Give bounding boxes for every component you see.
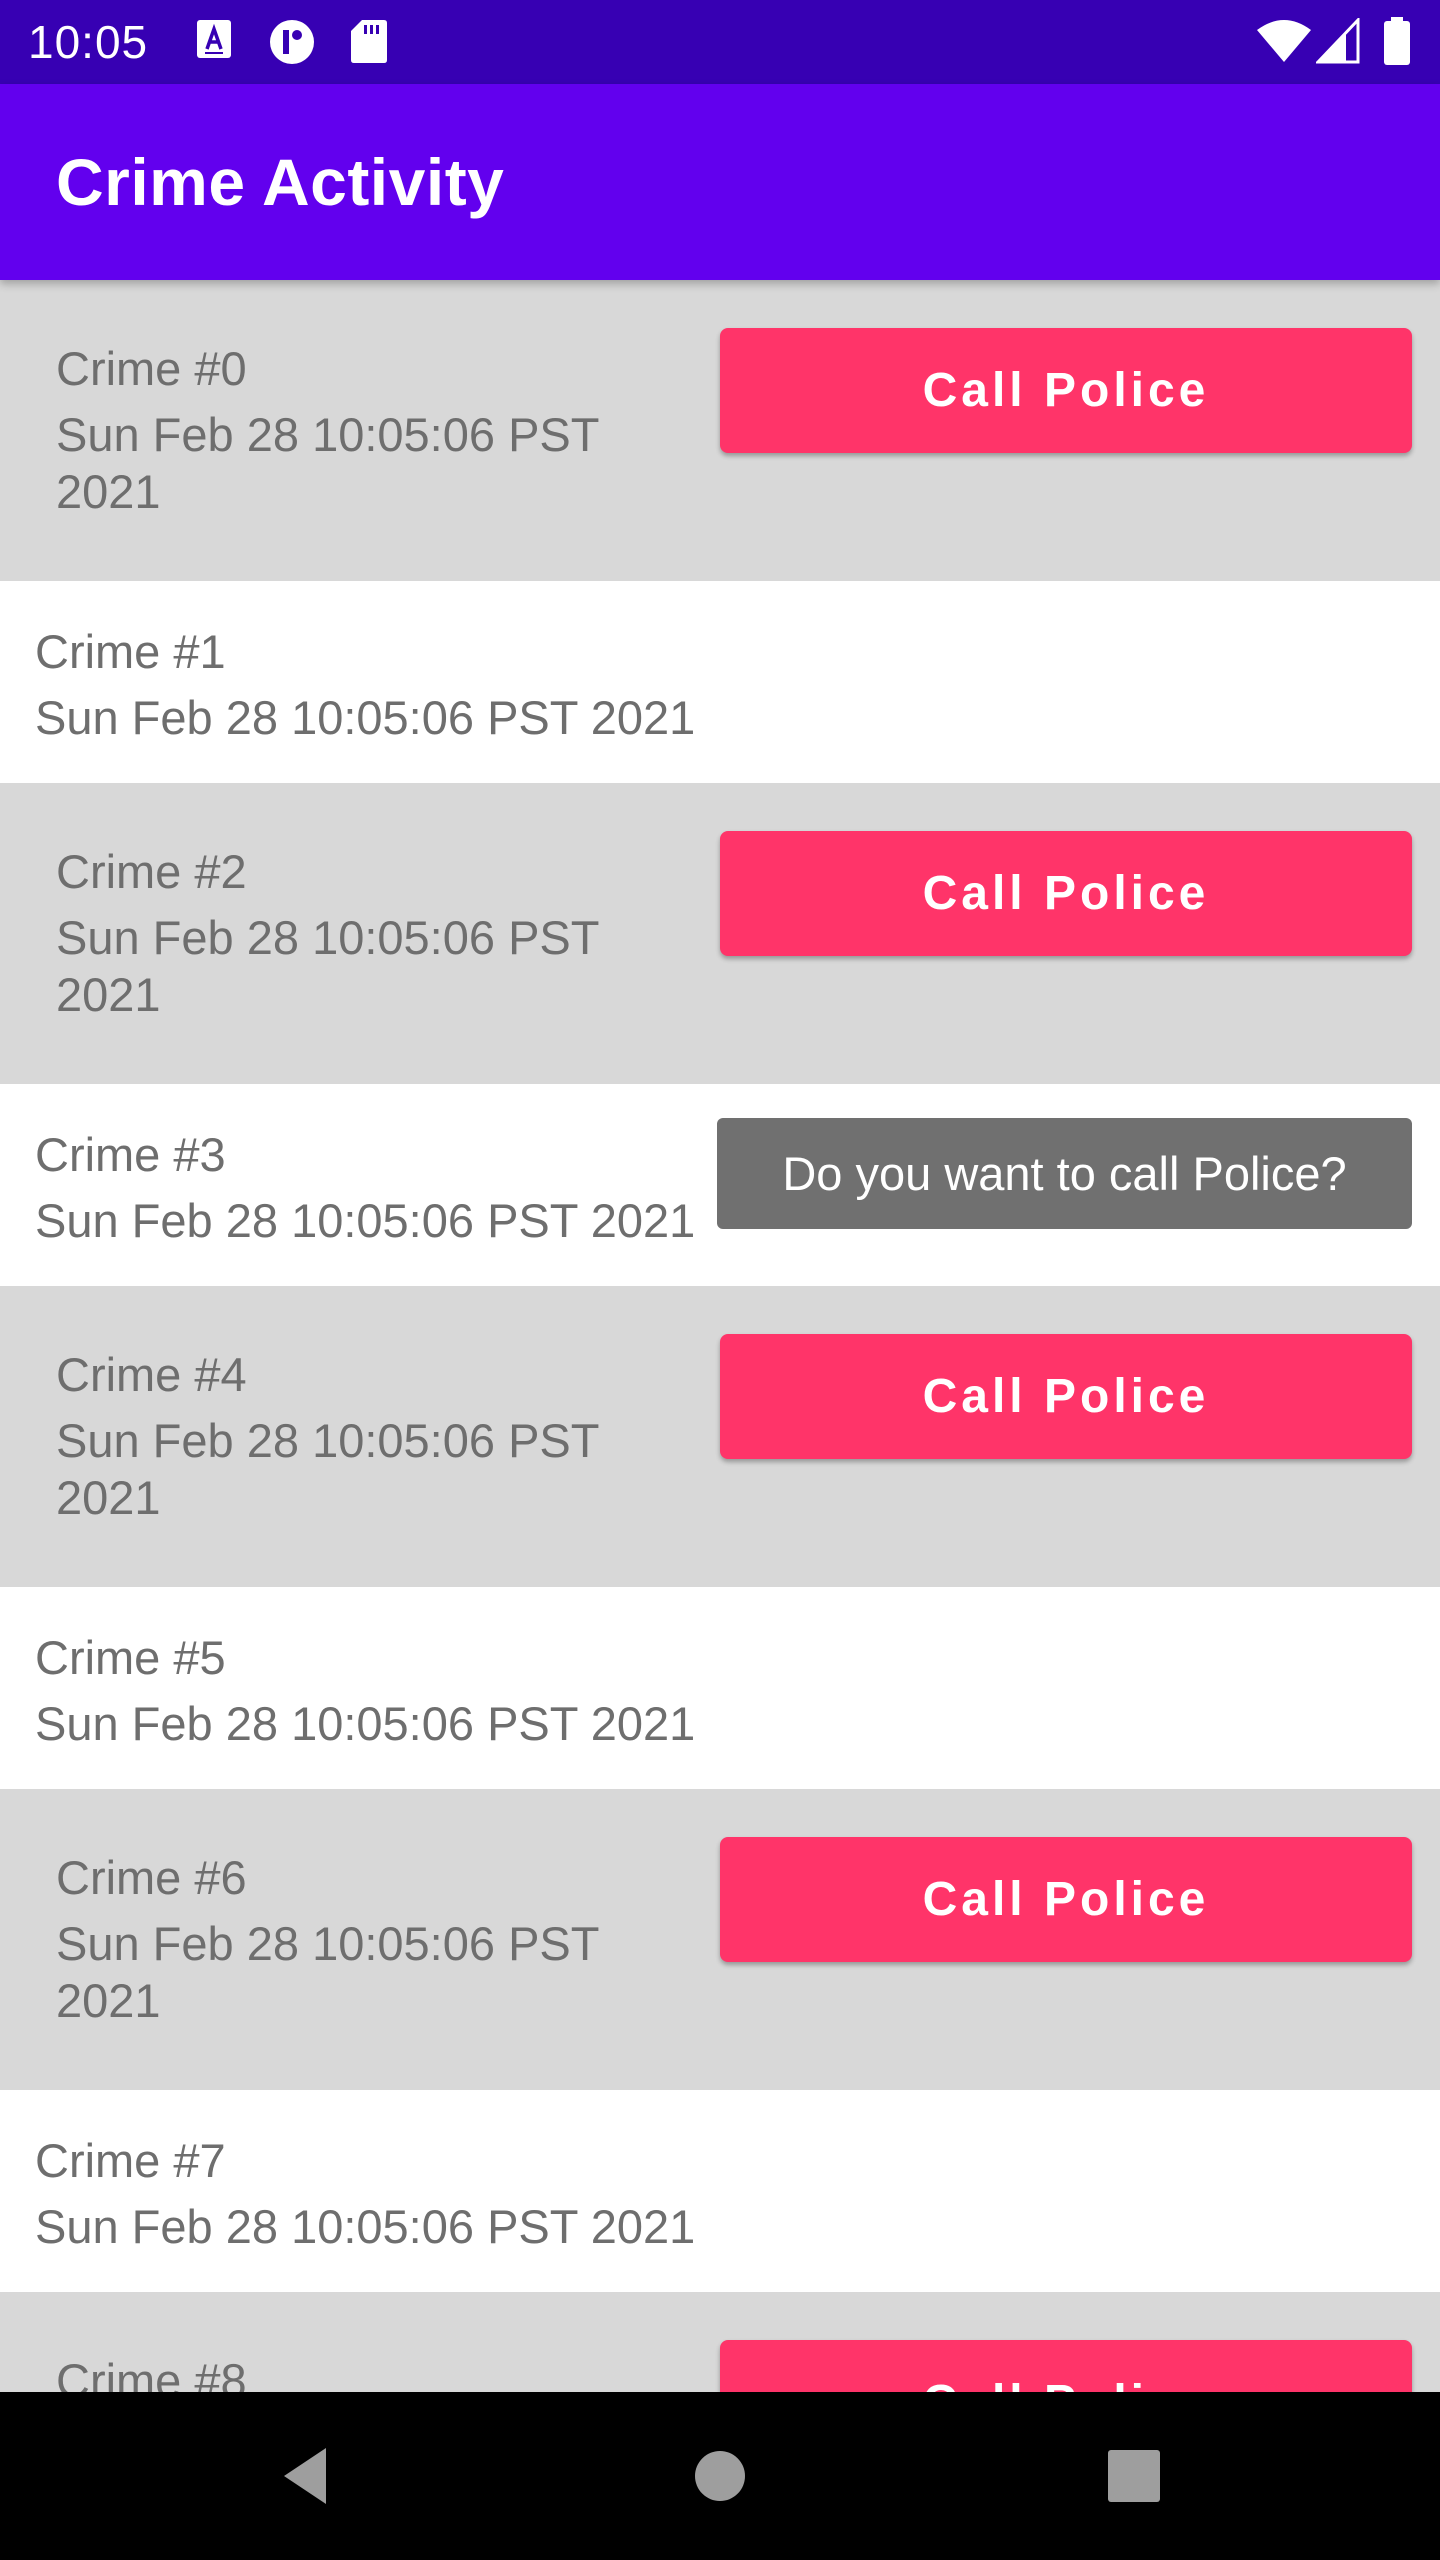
crime-date: Sun Feb 28 10:05:06 PST 2021 (35, 691, 696, 744)
toast-message: Do you want to call Police? (717, 1118, 1412, 1229)
crime-title: Crime #8 (56, 2354, 247, 2392)
crime-date: Sun Feb 28 10:05:06 PST 2021 (56, 408, 599, 518)
crime-date: Sun Feb 28 10:05:06 PST 2021 (56, 1917, 599, 2027)
crime-item-4[interactable]: Crime #4 Sun Feb 28 10:05:06 PST 2021 Ca… (0, 1286, 1440, 1587)
signal-icon (1316, 18, 1360, 64)
back-icon[interactable] (272, 2436, 348, 2516)
crime-date: Sun Feb 28 10:05:06 PST 2021 (35, 1697, 696, 1750)
crime-title: Crime #7 (35, 2134, 226, 2187)
crime-date: Sun Feb 28 10:05:06 PST 2021 (35, 2200, 696, 2253)
sync-circle-icon (266, 18, 318, 66)
wifi-icon (1256, 20, 1312, 64)
screen: 10:05 Crime Activity Crime #0 Sun Feb 28… (0, 0, 1440, 2560)
navigation-bar (0, 2392, 1440, 2560)
crime-item-7[interactable]: Crime #7 Sun Feb 28 10:05:06 PST 2021 (0, 2090, 1440, 2292)
crime-item-0[interactable]: Crime #0 Sun Feb 28 10:05:06 PST 2021 Ca… (0, 280, 1440, 581)
crime-title: Crime #0 (56, 342, 247, 395)
status-time: 10:05 (28, 16, 149, 68)
crime-item-2[interactable]: Crime #2 Sun Feb 28 10:05:06 PST 2021 Ca… (0, 783, 1440, 1084)
crime-title: Crime #2 (56, 845, 247, 898)
call-police-button[interactable]: Call Police (720, 1334, 1412, 1459)
call-police-button[interactable]: Call Police (720, 2340, 1412, 2392)
crime-title: Crime #1 (35, 625, 226, 678)
crime-item-8[interactable]: Crime #8 Call Police (0, 2292, 1440, 2392)
crime-list[interactable]: Crime #0 Sun Feb 28 10:05:06 PST 2021 Ca… (0, 280, 1440, 2392)
status-bar: 10:05 (0, 0, 1440, 84)
call-police-button[interactable]: Call Police (720, 1837, 1412, 1962)
crime-title: Crime #5 (35, 1631, 226, 1684)
crime-item-5[interactable]: Crime #5 Sun Feb 28 10:05:06 PST 2021 (0, 1587, 1440, 1789)
app-title: Crime Activity (56, 145, 505, 219)
keyboard-a-icon (196, 18, 232, 62)
crime-title: Crime #6 (56, 1851, 247, 1904)
recents-icon[interactable] (1096, 2436, 1172, 2516)
battery-icon (1382, 16, 1412, 66)
home-icon[interactable] (682, 2436, 758, 2516)
sd-card-icon (350, 18, 388, 64)
app-bar: Crime Activity (0, 84, 1440, 280)
crime-item-6[interactable]: Crime #6 Sun Feb 28 10:05:06 PST 2021 Ca… (0, 1789, 1440, 2090)
crime-title: Crime #4 (56, 1348, 247, 1401)
crime-date: Sun Feb 28 10:05:06 PST 2021 (56, 1414, 599, 1524)
crime-title: Crime #3 (35, 1128, 226, 1181)
crime-date: Sun Feb 28 10:05:06 PST 2021 (35, 1194, 696, 1247)
crime-date: Sun Feb 28 10:05:06 PST 2021 (56, 911, 599, 1021)
call-police-button[interactable]: Call Police (720, 328, 1412, 453)
call-police-button[interactable]: Call Police (720, 831, 1412, 956)
crime-item-1[interactable]: Crime #1 Sun Feb 28 10:05:06 PST 2021 (0, 581, 1440, 783)
